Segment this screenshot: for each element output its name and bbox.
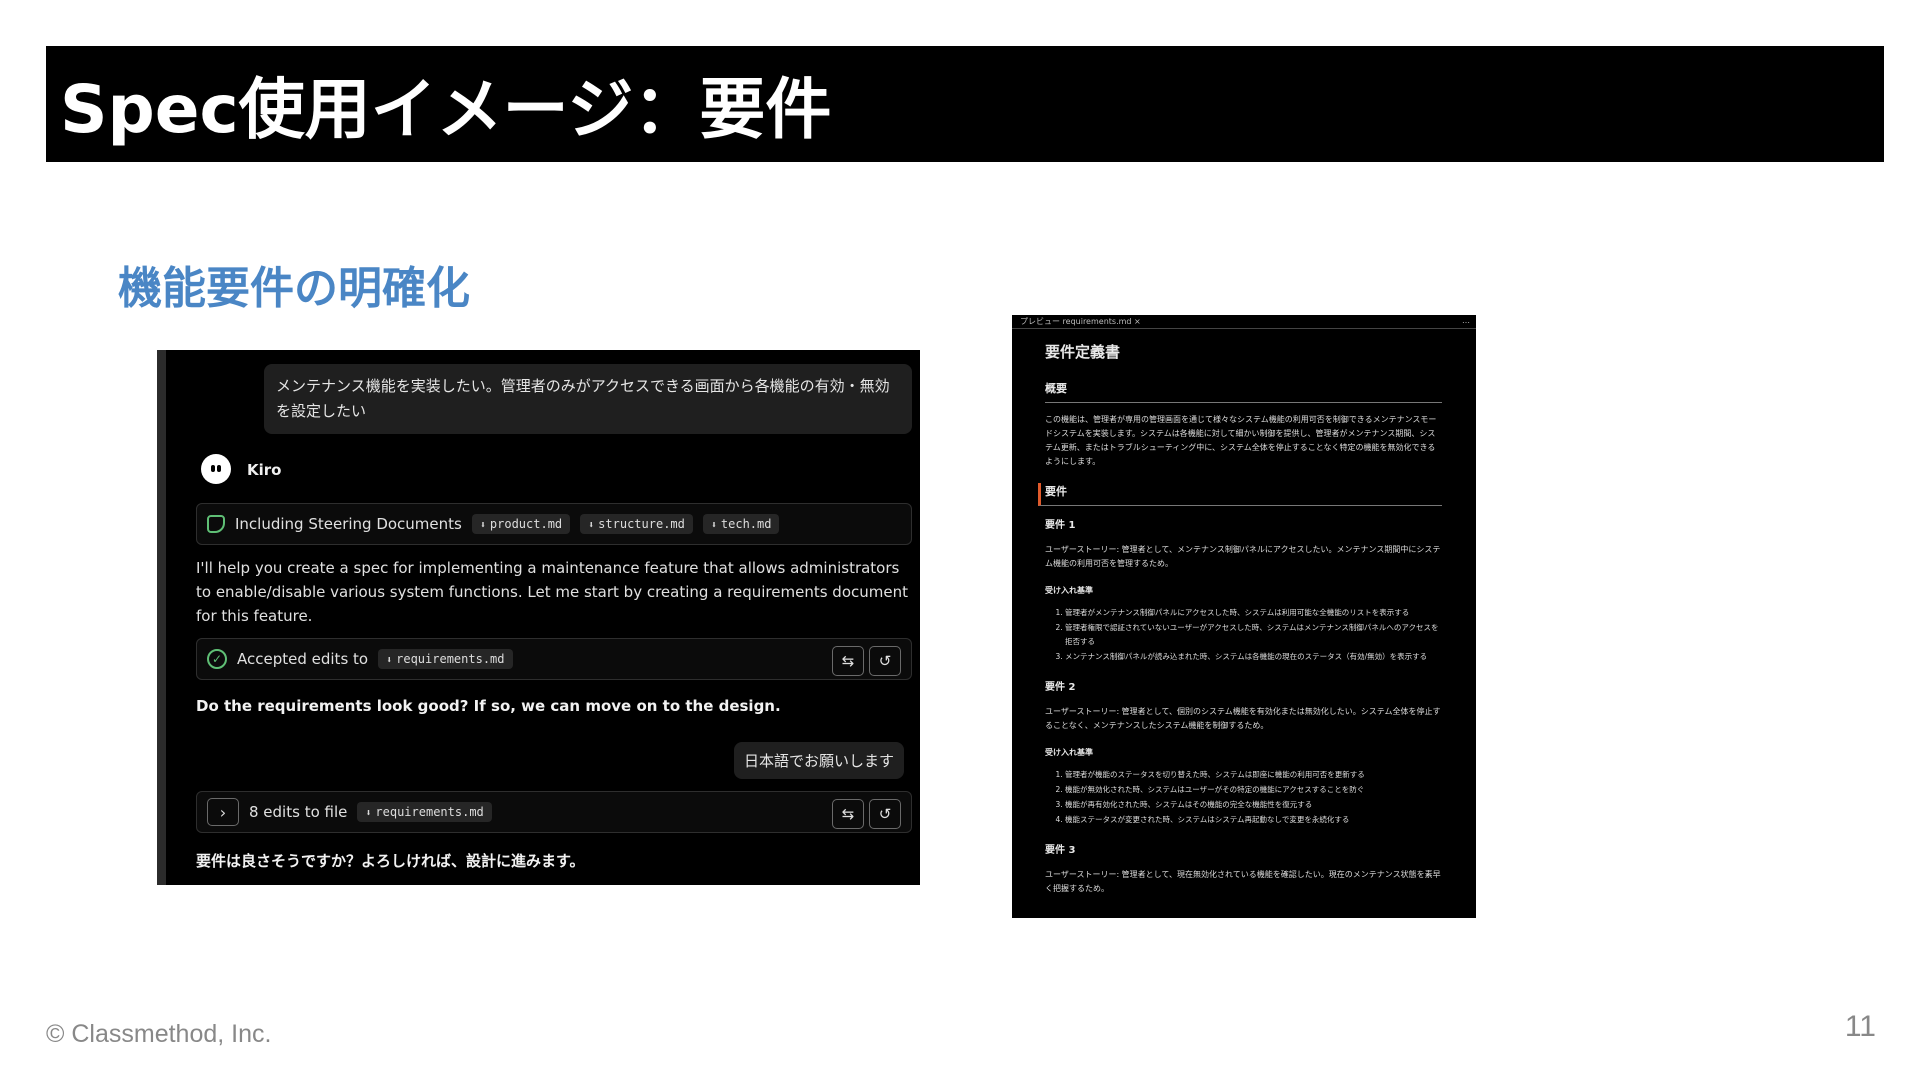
assistant-question: Do the requirements look good? If so, we… [196,697,781,715]
slide-subtitle: 機能要件の明確化 [118,263,470,314]
kiro-avatar-icon [201,454,231,484]
file-icon: ⬇ [365,808,372,819]
preview-body: 要件定義書 概要 この機能は、管理者が専用の管理画面を通じて様々なシステム機能の… [1012,329,1476,896]
expand-chevron-button[interactable]: › [207,798,239,826]
criteria-list: 管理者が機能のステータスを切り替えた時、システムは即座に機能の利用可否を更新する… [1065,768,1442,827]
kiro-chat-panel: メンテナンス機能を実装したい。管理者のみがアクセスできる画面から各機能の有効・無… [157,350,920,885]
requirements-heading: 要件 [1038,483,1442,506]
criteria-item: 機能が再有効化された時、システムはその機能の完全な機能性を復元する [1065,798,1442,812]
undo-button-2[interactable]: ↺ [869,799,901,829]
file-icon: ⬇ [386,655,393,666]
steering-documents-panel: Including Steering Documents ⬇ product.md… [196,503,912,545]
requirement-title: 要件 2 [1045,682,1076,693]
assistant-message: I'll help you create a spec for implemen… [196,559,908,625]
criteria-heading: 受け入れ基準 [1045,586,1093,595]
tab-close-icon[interactable]: × [1134,317,1141,326]
requirement-title: 要件 3 [1045,845,1076,856]
copyright-footer: © Classmethod, Inc. [46,1020,272,1048]
criteria-list: 管理者がメンテナンス制御パネルにアクセスした時、システムは利用可能な全機能のリス… [1065,606,1442,664]
view-diff-button-2[interactable]: ⇆ [832,799,864,829]
file-icon: ⬇ [588,520,595,531]
edits-label: 8 edits to file [249,803,348,821]
requirement-story: ユーザーストーリー: 管理者として、個別のシステム機能を有効化または無効化したい… [1045,707,1441,730]
edits-panel: › 8 edits to file ⬇ requirements.md ⇆ ↺ [196,791,912,833]
criteria-item: メンテナンス制御パネルが読み込まれた時、システムは各機能の現在のステータス（有効… [1065,650,1442,664]
preview-tab-bar: プレビュー requirements.md × … [1012,315,1476,329]
criteria-item: 管理者が機能のステータスを切り替えた時、システムは即座に機能の利用可否を更新する [1065,768,1442,782]
requirements-preview: プレビュー requirements.md × … 要件定義書 概要 この機能は… [1012,315,1476,918]
criteria-heading: 受け入れ基準 [1045,748,1093,757]
user-message-bubble-2: 日本語でお願いします [733,742,904,779]
accepted-edits-panel: ✓ Accepted edits to ⬇ requirements.md ⇆ ↺ [196,638,912,680]
preview-tab[interactable]: プレビュー requirements.md × [1020,316,1141,327]
file-chip-requirements-2[interactable]: ⬇ requirements.md [357,802,492,822]
requirement-title: 要件 1 [1045,520,1076,531]
criteria-item: 機能ステータスが変更された時、システムはシステム再起動なしで変更を永続化する [1065,813,1442,827]
accepted-actions: ⇆ ↺ [832,646,901,676]
doc-title: 要件定義書 [1045,343,1121,361]
view-diff-button[interactable]: ⇆ [832,646,864,676]
file-chip-requirements[interactable]: ⬇ requirements.md [378,649,513,669]
requirement-story: ユーザーストーリー: 管理者として、メンテナンス制御パネルにアクセスしたい。メン… [1045,545,1441,568]
file-chip-tech[interactable]: ⬇ tech.md [702,514,780,534]
slide-title-bar: Spec使用イメージ：要件 [46,46,1884,162]
more-icon[interactable]: … [1462,316,1470,325]
requirement-story: ユーザーストーリー: 管理者として、現在無効化されている機能を確認したい。現在の… [1045,870,1441,893]
slide-title: Spec使用イメージ：要件 [60,71,832,148]
criteria-item: 機能が無効化された時、システムはユーザーがその特定の機能にアクセスすることを防ぐ [1065,783,1442,797]
edits-actions: ⇆ ↺ [832,799,901,829]
undo-button[interactable]: ↺ [869,646,901,676]
assistant-name: Kiro [247,461,282,479]
file-icon: ⬇ [710,520,717,531]
file-chip-product[interactable]: ⬇ product.md [471,514,571,534]
accepted-label: Accepted edits to [237,650,369,668]
steering-icon [207,515,225,533]
file-icon: ⬇ [479,520,486,531]
criteria-item: 管理者がメンテナンス制御パネルにアクセスした時、システムは利用可能な全機能のリス… [1065,606,1442,620]
file-chip-structure[interactable]: ⬇ structure.md [580,514,693,534]
user-message-bubble: メンテナンス機能を実装したい。管理者のみがアクセスできる画面から各機能の有効・無… [264,364,912,434]
check-circle-icon: ✓ [207,649,227,669]
criteria-item: 管理者権限で認証されていないユーザーがアクセスした時、システムはメンテナンス制御… [1065,621,1442,649]
assistant-final-message: 要件は良さそうですか？よろしければ、設計に進みます。 [196,852,585,870]
page-number: 11 [1844,1010,1876,1043]
overview-text: この機能は、管理者が専用の管理画面を通じて様々なシステム機能の利用可否を制御でき… [1045,415,1437,466]
steering-label: Including Steering Documents [235,515,462,533]
overview-heading: 概要 [1045,380,1442,403]
